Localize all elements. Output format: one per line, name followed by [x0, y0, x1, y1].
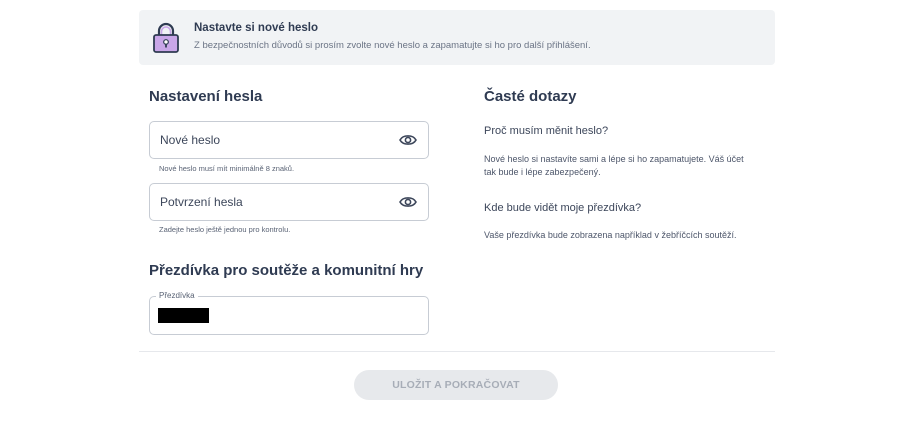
confirm-password-hint: Zadejte heslo ještě jednou pro kontrolu.	[159, 225, 291, 234]
notice-text: Z bezpečnostních důvodů si prosím zvolte…	[194, 40, 591, 51]
notice-banner: Nastavte si nové heslo Z bezpečnostních …	[139, 10, 775, 65]
eye-icon[interactable]	[399, 133, 417, 147]
confirm-password-placeholder: Potvrzení hesla	[160, 195, 243, 209]
eye-icon[interactable]	[399, 195, 417, 209]
new-password-field[interactable]: Nové heslo	[149, 121, 429, 159]
new-password-placeholder: Nové heslo	[160, 133, 221, 147]
nickname-field[interactable]: Přezdívka	[149, 291, 429, 335]
notice-title: Nastavte si nové heslo	[194, 22, 318, 34]
nickname-section-title: Přezdívka pro soutěže a komunitní hry	[149, 262, 424, 279]
nickname-field-label: Přezdívka	[156, 291, 198, 300]
padlock-icon	[151, 22, 181, 54]
nickname-value-redacted	[158, 308, 209, 323]
faq-answer: Nové heslo si nastavíte sami a lépe si h…	[484, 154, 744, 177]
faq-question: Proč musím měnit heslo?	[484, 125, 609, 137]
save-and-continue-button[interactable]: ULOŽIT A POKRAČOVAT	[354, 370, 558, 400]
faq-question: Kde bude vidět moje přezdívka?	[484, 202, 642, 214]
faq-title: Časté dotazy	[484, 88, 577, 105]
password-section-title: Nastavení hesla	[149, 88, 263, 105]
confirm-password-field[interactable]: Potvrzení hesla	[149, 183, 429, 221]
new-password-hint: Nové heslo musí mít minimálně 8 znaků.	[159, 164, 295, 173]
divider	[139, 351, 775, 352]
faq-answer: Vaše přezdívka bude zobrazena například …	[484, 230, 737, 240]
